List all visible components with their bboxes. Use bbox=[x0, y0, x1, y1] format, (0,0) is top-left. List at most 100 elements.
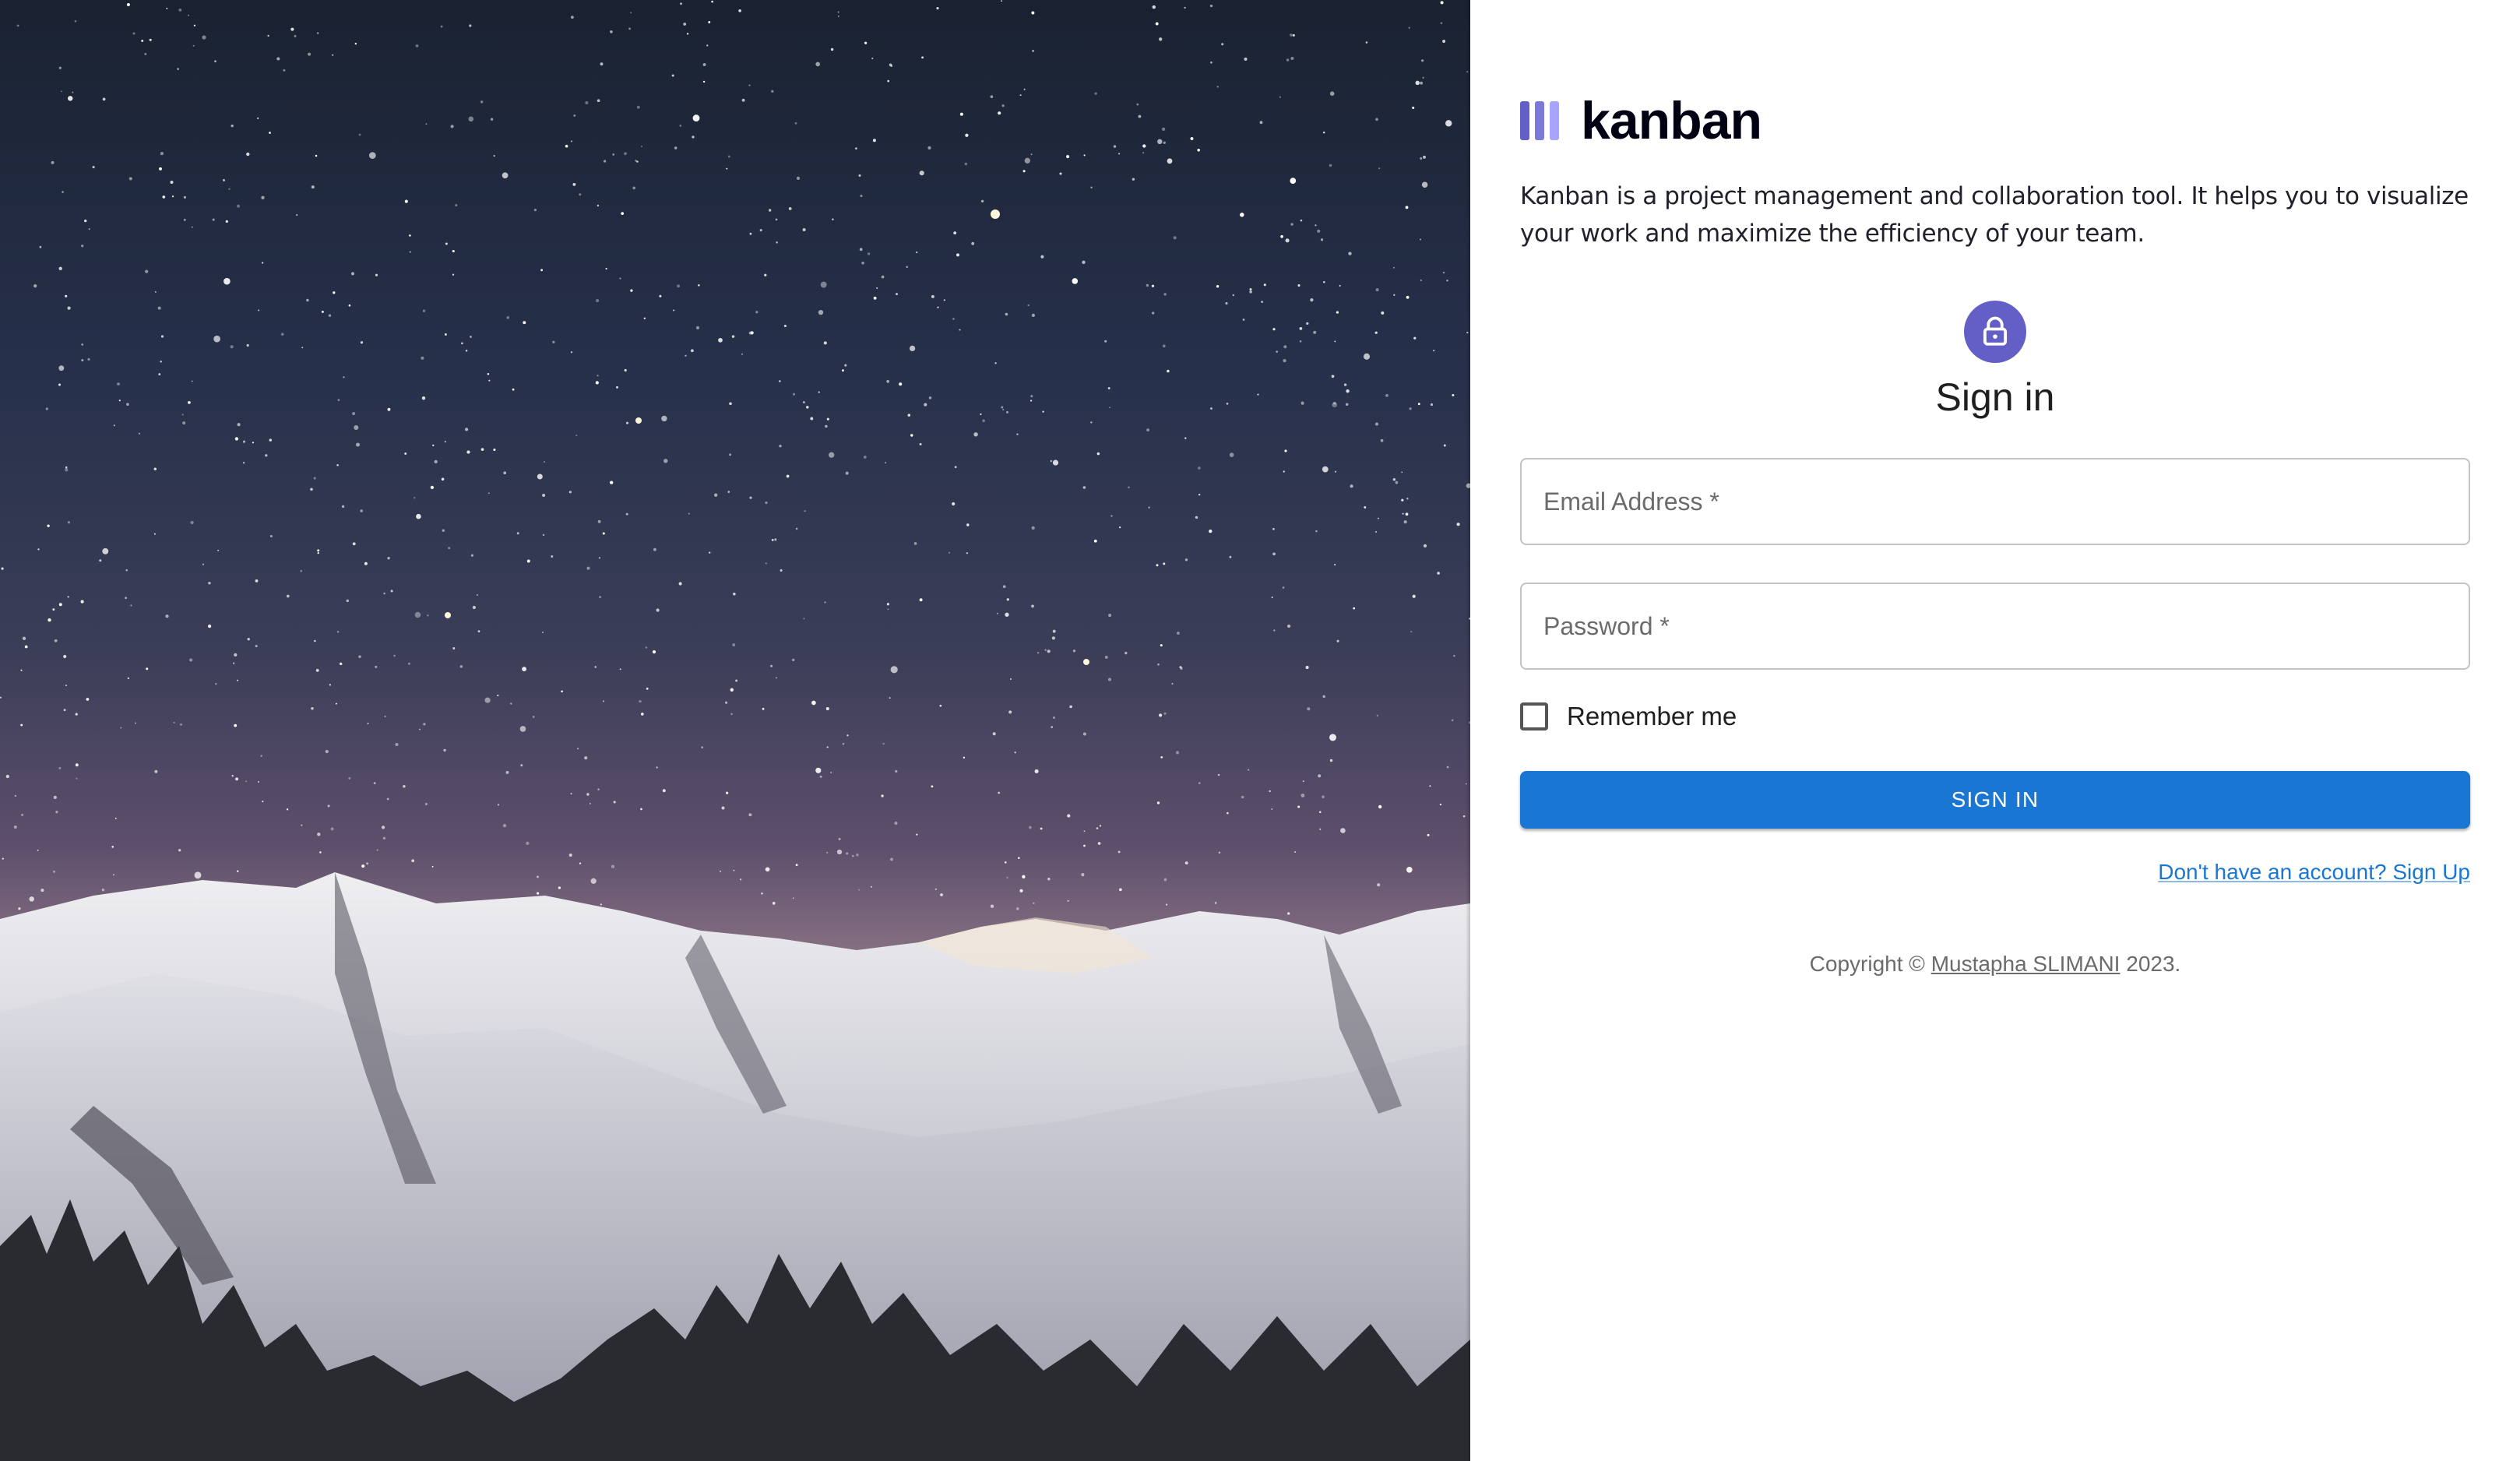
star bbox=[1090, 186, 1093, 188]
star bbox=[382, 836, 386, 840]
star bbox=[1156, 801, 1160, 804]
star bbox=[1083, 844, 1086, 847]
logo-bar bbox=[1520, 101, 1529, 140]
star bbox=[603, 160, 607, 163]
star bbox=[441, 477, 445, 481]
star bbox=[906, 266, 909, 269]
star bbox=[542, 632, 544, 633]
lock-icon bbox=[1964, 301, 2026, 363]
star bbox=[313, 477, 316, 480]
author-link[interactable]: Mustapha SLIMANI bbox=[1931, 952, 2121, 976]
star bbox=[366, 862, 369, 865]
star bbox=[262, 801, 264, 803]
star bbox=[598, 557, 601, 559]
star bbox=[311, 707, 314, 710]
star bbox=[990, 904, 994, 908]
star bbox=[1082, 486, 1086, 489]
star bbox=[39, 245, 42, 248]
star bbox=[207, 624, 212, 628]
star bbox=[1225, 301, 1228, 305]
password-field[interactable]: Password * bbox=[1520, 583, 2470, 670]
star bbox=[652, 650, 656, 654]
star bbox=[461, 342, 463, 345]
star bbox=[1300, 401, 1304, 405]
star bbox=[1421, 181, 1428, 188]
star bbox=[1315, 530, 1318, 533]
email-field[interactable]: Email Address * bbox=[1520, 458, 2470, 545]
star bbox=[755, 311, 758, 314]
star bbox=[661, 415, 667, 422]
star bbox=[597, 788, 600, 790]
star bbox=[75, 763, 79, 767]
star bbox=[52, 870, 56, 873]
star bbox=[472, 605, 477, 610]
brand-name: kanban bbox=[1581, 91, 1762, 150]
star bbox=[1401, 498, 1404, 502]
star bbox=[228, 188, 231, 190]
star bbox=[1146, 428, 1150, 432]
star bbox=[1162, 344, 1166, 348]
star bbox=[825, 424, 828, 428]
star bbox=[1032, 49, 1035, 52]
sign-up-link[interactable]: Don't have an account? Sign Up bbox=[2158, 860, 2470, 884]
star bbox=[845, 471, 849, 475]
star bbox=[358, 655, 361, 658]
star bbox=[730, 713, 733, 716]
star bbox=[965, 133, 969, 137]
star bbox=[488, 379, 491, 382]
star bbox=[54, 639, 58, 642]
star bbox=[348, 776, 351, 780]
star bbox=[1375, 118, 1378, 121]
star bbox=[1402, 512, 1404, 515]
star bbox=[1350, 484, 1353, 488]
star bbox=[913, 542, 917, 545]
star bbox=[395, 742, 399, 747]
star bbox=[815, 62, 821, 67]
star bbox=[1107, 678, 1112, 681]
remember-me[interactable]: Remember me bbox=[1520, 699, 2470, 734]
star bbox=[595, 381, 599, 385]
star bbox=[748, 84, 751, 86]
remember-me-checkbox[interactable] bbox=[1520, 702, 1548, 730]
star bbox=[411, 859, 415, 863]
star bbox=[21, 813, 23, 816]
star bbox=[328, 314, 332, 317]
star bbox=[1160, 756, 1163, 759]
star bbox=[393, 654, 396, 657]
star bbox=[937, 306, 939, 308]
star bbox=[940, 893, 943, 896]
star bbox=[166, 7, 168, 9]
remember-me-label[interactable]: Remember me bbox=[1567, 702, 1737, 731]
star bbox=[130, 604, 132, 607]
star bbox=[217, 549, 219, 551]
star bbox=[442, 529, 445, 532]
star bbox=[208, 581, 211, 585]
star bbox=[45, 407, 48, 410]
star bbox=[1031, 11, 1035, 15]
star bbox=[698, 284, 700, 287]
star bbox=[234, 653, 238, 657]
star bbox=[294, 34, 297, 37]
star bbox=[145, 269, 149, 273]
star bbox=[1030, 395, 1033, 398]
star bbox=[769, 209, 772, 212]
star bbox=[1442, 40, 1446, 43]
star bbox=[83, 219, 87, 223]
star bbox=[826, 417, 829, 421]
sign-in-button[interactable]: SIGN IN bbox=[1520, 771, 2470, 829]
star bbox=[149, 38, 152, 41]
star bbox=[896, 293, 898, 296]
star bbox=[178, 9, 182, 12]
star bbox=[5, 774, 9, 779]
star bbox=[67, 596, 69, 598]
star bbox=[931, 785, 934, 788]
star bbox=[51, 160, 55, 164]
star bbox=[692, 114, 700, 122]
star bbox=[829, 452, 835, 458]
star bbox=[202, 563, 205, 565]
star bbox=[367, 723, 369, 724]
star bbox=[269, 132, 271, 134]
star bbox=[343, 376, 345, 378]
star bbox=[1406, 866, 1413, 873]
star bbox=[1002, 585, 1006, 589]
